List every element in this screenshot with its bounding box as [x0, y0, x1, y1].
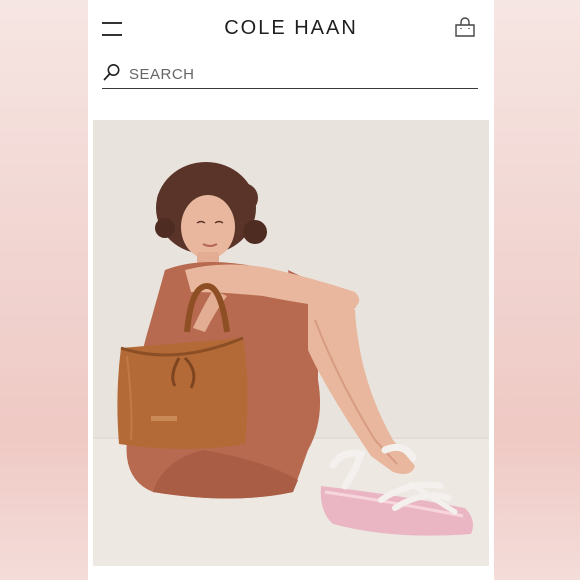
site-header: COLE HAAN: [88, 0, 494, 58]
shopping-bag-icon[interactable]: [454, 17, 476, 39]
left-blur-backdrop: [0, 0, 92, 580]
right-blur-backdrop: [488, 0, 580, 580]
hero-illustration: [93, 120, 489, 566]
search-input[interactable]: [129, 64, 459, 84]
search-icon[interactable]: [103, 63, 121, 81]
phone-screen: COLE HAAN: [88, 0, 494, 580]
face: [181, 195, 235, 259]
brand-logo[interactable]: COLE HAAN: [88, 17, 494, 40]
search-bar[interactable]: [102, 60, 478, 89]
hero-image[interactable]: [93, 120, 489, 566]
